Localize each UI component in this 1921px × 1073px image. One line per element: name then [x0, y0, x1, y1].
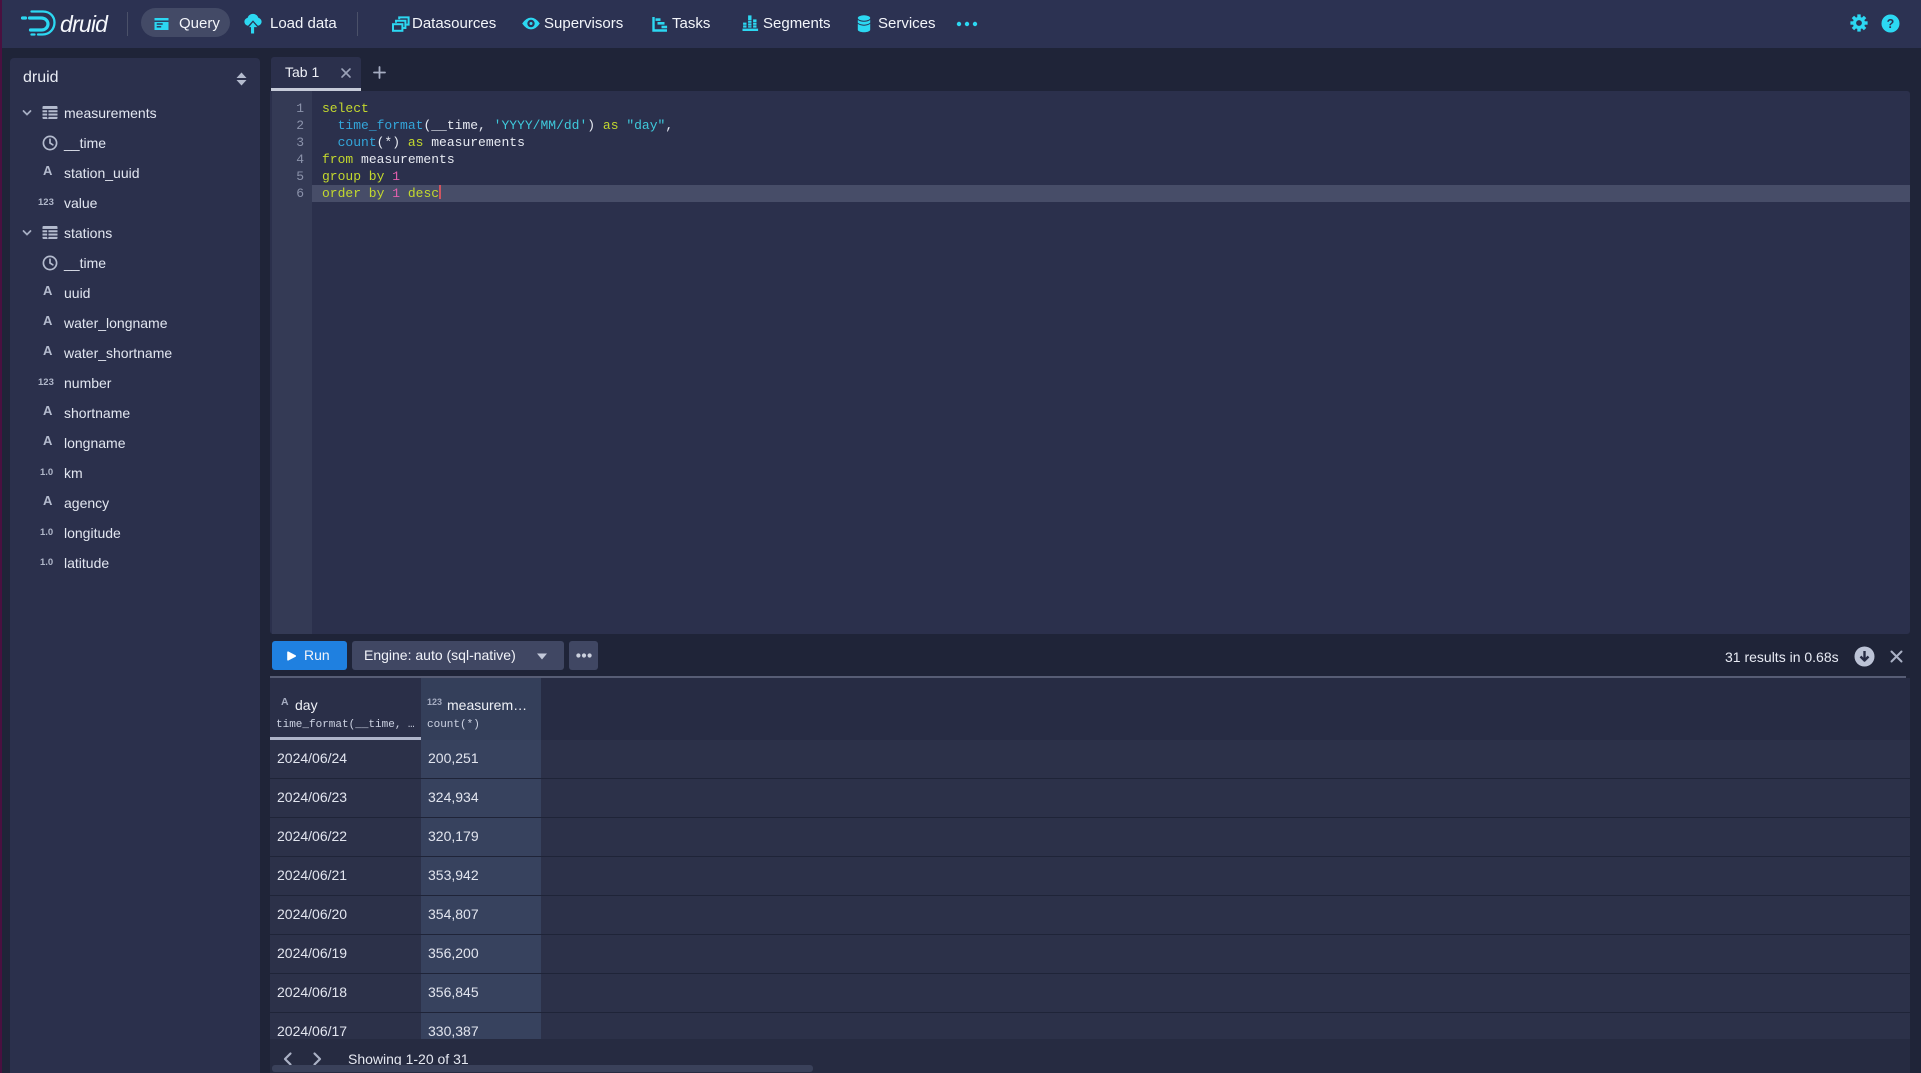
svg-text:?: ?	[1887, 17, 1895, 31]
